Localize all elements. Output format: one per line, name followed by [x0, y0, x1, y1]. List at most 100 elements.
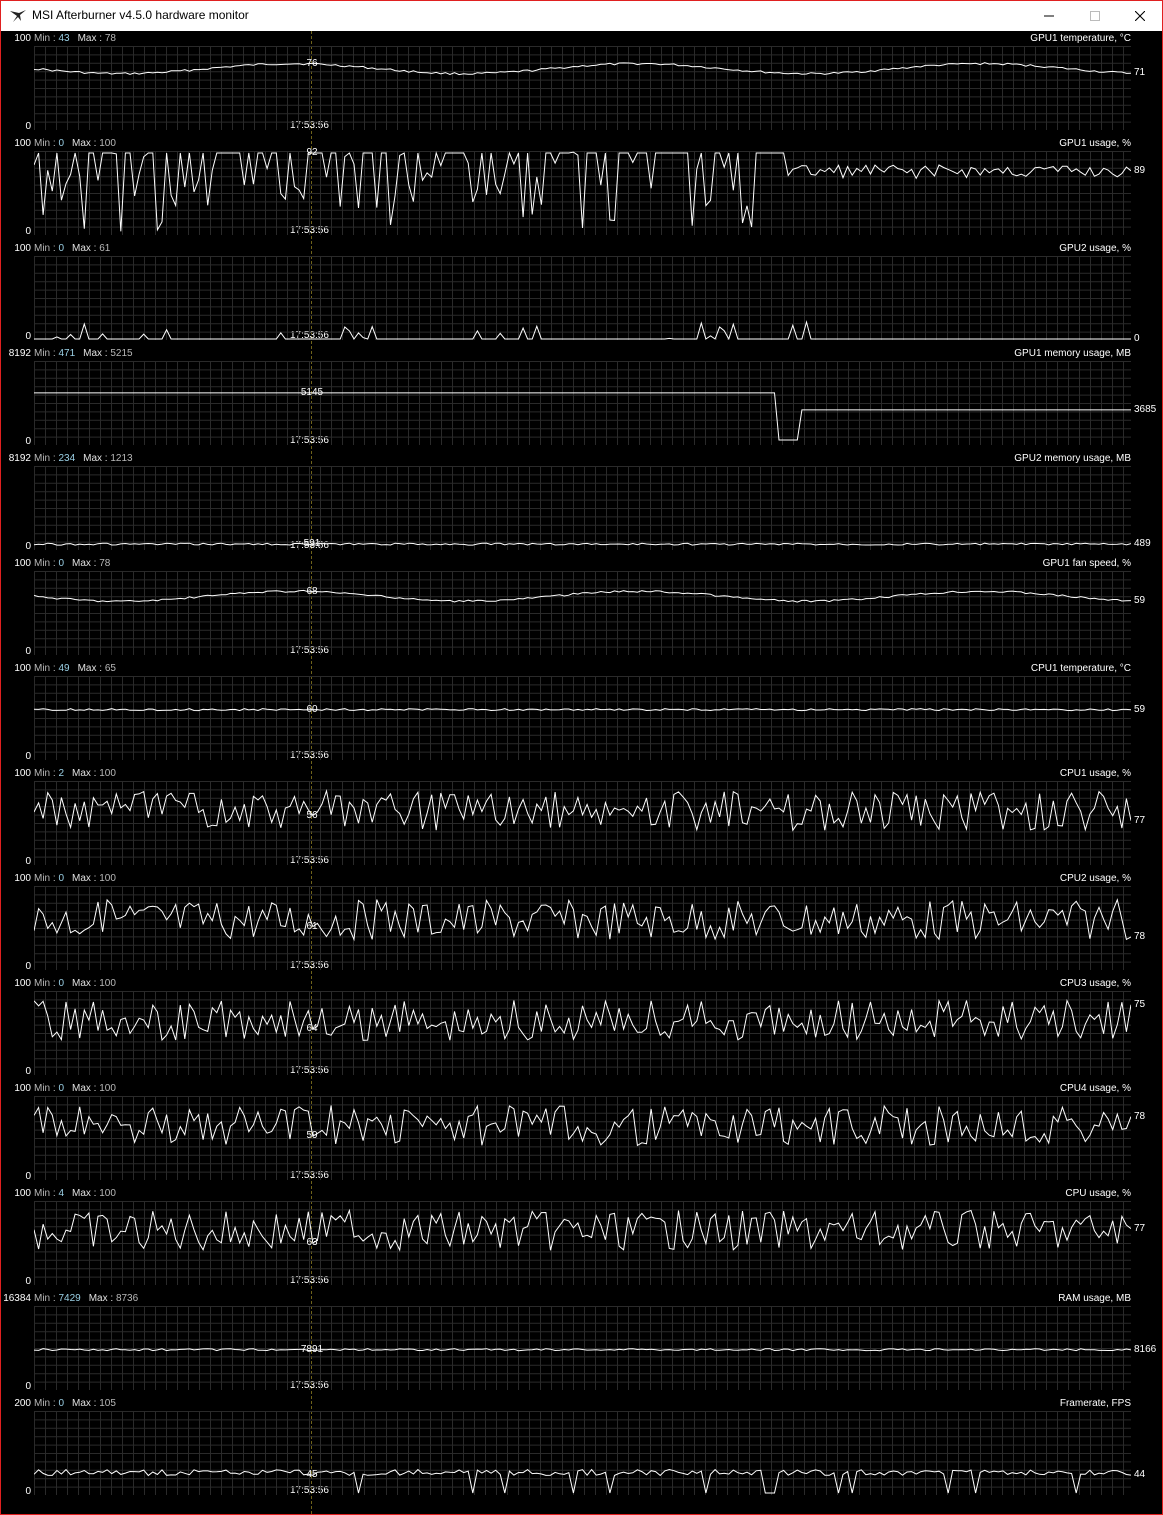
minmax-label: Min : 2 Max : 100 [34, 768, 116, 780]
y-axis-min-label: 0 [25, 1171, 31, 1182]
graph-title: CPU usage, % [1065, 1188, 1131, 1199]
graph-plot[interactable] [34, 1306, 1131, 1390]
graph-panel[interactable]: Min : 0 Max : 100 CPU3 usage, % 100 0 17:53:5… [1, 976, 1162, 1081]
graph-title: GPU1 memory usage, MB [1014, 348, 1131, 359]
graph-trace [34, 542, 1131, 546]
graph-plot[interactable] [34, 571, 1131, 655]
y-axis-max-label: 100 [14, 33, 31, 44]
minmax-label: Min : 7429 Max : 8736 [34, 1293, 138, 1305]
cursor-value: 63 [306, 1236, 318, 1248]
minmax-label: Min : 0 Max : 100 [34, 978, 116, 990]
minmax-label: Min : 4 Max : 100 [34, 1188, 116, 1200]
cursor-value: 56 [306, 809, 318, 821]
minmax-label: Min : 43 Max : 78 [34, 33, 116, 45]
hardware-monitor-window: MSI Afterburner v4.5.0 hardware monitor … [0, 0, 1163, 1515]
graph-panel[interactable]: Min : 0 Max : 100 CPU2 usage, % 100 0 17:53:5… [1, 871, 1162, 976]
graph-trace [34, 1208, 1131, 1252]
graph-panel[interactable]: Min : 0 Max : 100 CPU4 usage, % 100 0 17:53:5… [1, 1081, 1162, 1186]
max-value: 105 [99, 1398, 116, 1409]
min-caption: Min : [34, 243, 59, 254]
min-caption: Min : [34, 138, 59, 149]
min-caption: Min : [34, 558, 59, 569]
min-value: 4 [58, 1188, 65, 1199]
cursor-value: 7891 [300, 1344, 324, 1356]
max-value: 100 [99, 768, 116, 779]
y-axis-min-label: 0 [25, 1381, 31, 1392]
y-axis-max-label: 100 [14, 243, 31, 254]
graph-plot[interactable] [34, 256, 1131, 340]
maximize-button[interactable] [1072, 1, 1118, 31]
graph-plot[interactable] [34, 781, 1131, 865]
current-value: 71 [1134, 67, 1146, 79]
graph-plot[interactable] [34, 676, 1131, 760]
y-axis-min-label: 0 [25, 226, 31, 237]
cursor-value: 76 [306, 57, 318, 69]
graph-panel[interactable]: Min : 43 Max : 78 GPU1 temperature, °C 100 0… [1, 31, 1162, 136]
y-axis-max-label: 100 [14, 768, 31, 779]
graph-title: CPU1 usage, % [1059, 768, 1131, 779]
graph-panel[interactable]: Min : 0 Max : 100 GPU1 usage, % 100 0 17:53:5… [1, 136, 1162, 241]
min-caption: Min : [34, 873, 59, 884]
graph-plot[interactable] [34, 361, 1131, 445]
graph-panel[interactable]: Min : 2 Max : 100 CPU1 usage, % 100 0 17:53:5… [1, 766, 1162, 871]
cursor-value: 60 [306, 703, 318, 715]
graph-plot[interactable] [34, 46, 1131, 130]
graph-plot[interactable] [34, 466, 1131, 550]
graph-panel[interactable]: Min : 234 Max : 1213 GPU2 memory usage, MB… [1, 451, 1162, 556]
y-axis-min-label: 0 [25, 1066, 31, 1077]
graph-panel[interactable]: Min : 0 Max : 105 Framerate, FPS 200 0 17:53:… [1, 1396, 1162, 1501]
graph-plot[interactable] [34, 1411, 1131, 1495]
min-caption: Min : [34, 1293, 59, 1304]
afterburner-logo-icon [10, 10, 26, 22]
minimize-button[interactable] [1026, 1, 1072, 31]
graph-plot[interactable] [34, 991, 1131, 1075]
current-value: 89 [1134, 164, 1146, 176]
max-value: 100 [99, 1083, 116, 1094]
max-caption: Max : [77, 663, 105, 674]
graph-panel[interactable]: Min : 4 Max : 100 CPU usage, % 100 0 17:53:56… [1, 1186, 1162, 1291]
graph-plot[interactable] [34, 151, 1131, 235]
current-value: 8166 [1134, 1343, 1157, 1355]
minmax-label: Min : 0 Max : 61 [34, 243, 110, 255]
max-value: 100 [99, 978, 116, 989]
graph-panel[interactable]: Min : 471 Max : 5215 GPU1 memory usage, MB… [1, 346, 1162, 451]
graph-title: CPU2 usage, % [1059, 873, 1131, 884]
graph-title: GPU1 temperature, °C [1030, 33, 1131, 44]
graph-panel[interactable]: Min : 0 Max : 61 GPU2 usage, % 100 0 17:53:56… [1, 241, 1162, 346]
min-caption: Min : [34, 978, 59, 989]
y-axis-min-label: 0 [25, 331, 31, 342]
graph-plot[interactable] [34, 1201, 1131, 1285]
min-caption: Min : [34, 768, 59, 779]
max-caption: Max : [72, 1083, 100, 1094]
close-button[interactable] [1117, 1, 1163, 31]
close-icon [1135, 11, 1145, 21]
current-value: 0 [1134, 333, 1140, 344]
graph-panel[interactable]: Min : 0 Max : 78 GPU1 fan speed, % 100 0 17:5… [1, 556, 1162, 661]
graph-plot[interactable] [34, 1096, 1131, 1180]
graph-trace [34, 392, 1131, 441]
min-value: 7429 [58, 1293, 81, 1304]
title-bar[interactable]: MSI Afterburner v4.5.0 hardware monitor [1, 1, 1162, 31]
graph-trace [34, 998, 1131, 1042]
max-caption: Max : [72, 768, 100, 779]
cursor-value: 591 [303, 538, 321, 550]
minmax-label: Min : 0 Max : 100 [34, 138, 116, 150]
min-value: 0 [58, 138, 65, 149]
y-axis-min-label: 0 [25, 751, 31, 762]
graphs-area[interactable]: Min : 43 Max : 78 GPU1 temperature, °C 100 0… [1, 31, 1162, 1514]
max-caption: Max : [72, 1188, 100, 1199]
cursor-value: 64 [306, 1023, 318, 1035]
minmax-label: Min : 0 Max : 100 [34, 873, 116, 885]
min-value: 2 [58, 768, 65, 779]
min-caption: Min : [34, 348, 59, 359]
graph-panel[interactable]: Min : 49 Max : 65 CPU1 temperature, °C 100 0… [1, 661, 1162, 766]
graph-plot[interactable] [34, 886, 1131, 970]
cursor-value: 92 [306, 147, 318, 158]
max-value: 78 [99, 558, 111, 569]
y-axis-max-label: 100 [14, 978, 31, 989]
min-value: 0 [58, 1083, 65, 1094]
graph-title: RAM usage, MB [1058, 1293, 1131, 1304]
graph-title: CPU3 usage, % [1059, 978, 1131, 989]
graph-panel[interactable]: Min : 7429 Max : 8736 RAM usage, MB 16384 0 1… [1, 1291, 1162, 1396]
current-value: 44 [1134, 1469, 1146, 1481]
